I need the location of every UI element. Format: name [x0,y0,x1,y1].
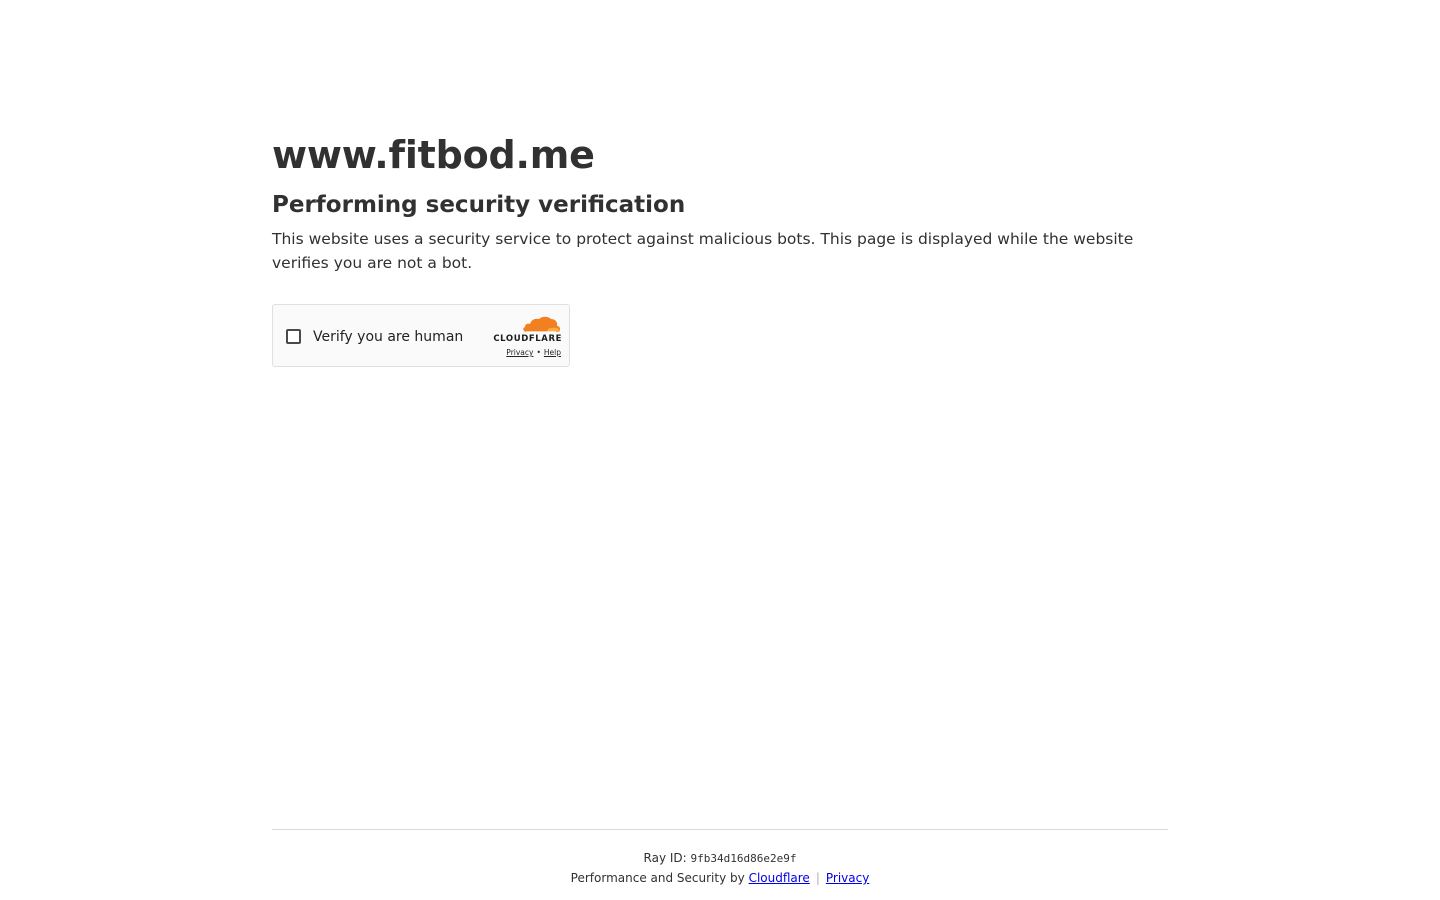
cloudflare-wordmark: CLOUDFLARE [493,334,562,344]
widget-links: Privacy • Help [506,348,561,358]
performance-line: Performance and Security by Cloudflare | P… [272,870,1168,886]
page: www.fitbod.me Performing security verifi… [0,0,1440,900]
widget-help-link[interactable]: Help [544,348,561,357]
footer-privacy-link[interactable]: Privacy [826,871,869,885]
footer: Ray ID: 9fb34d16d86e2e9f Performance and… [272,829,1168,886]
ray-id-value: 9fb34d16d86e2e9f [690,852,797,865]
performance-text: Performance and Security by [570,871,745,885]
widget-privacy-link[interactable]: Privacy [506,348,533,357]
verification-heading: Performing security verification [272,192,686,218]
cloudflare-logo: CLOUDFLARE [482,315,562,345]
cloudflare-link[interactable]: Cloudflare [749,871,810,885]
verify-label[interactable]: Verify you are human [313,328,463,346]
widget-links-separator: • [536,348,541,357]
site-title: www.fitbod.me [272,133,595,177]
turnstile-widget: Verify you are human CLOUDFLARE Privacy •… [272,304,570,367]
cloudflare-cloud-icon [523,316,561,333]
verification-description: This website uses a security service to … [272,230,1134,272]
ray-id-line: Ray ID: 9fb34d16d86e2e9f [272,850,1168,867]
ray-id-label: Ray ID: [643,851,687,865]
main-content: www.fitbod.me Performing security verifi… [272,132,1168,275]
verify-checkbox[interactable] [286,329,301,344]
footer-separator: | [815,871,820,885]
